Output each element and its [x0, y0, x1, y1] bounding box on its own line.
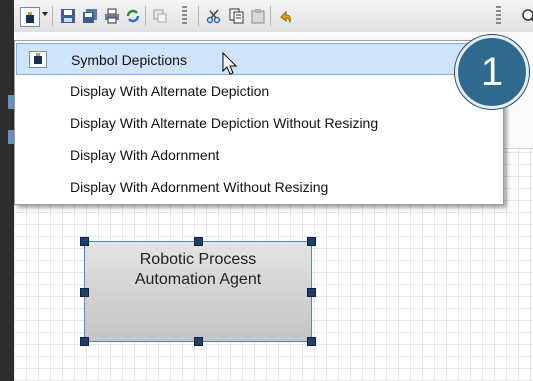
step-badge: 1	[455, 35, 529, 109]
save-icon[interactable]	[59, 7, 77, 25]
paste-icon[interactable]	[249, 7, 267, 25]
menu-item-label: Display With Adornment Without Resizing	[70, 179, 329, 195]
toolbar-grip[interactable]	[182, 6, 187, 26]
menu-item-label: Symbol Depictions	[71, 52, 187, 68]
diagram-shape[interactable]: Robotic Process Automation Agent	[84, 241, 312, 342]
separator	[145, 6, 146, 26]
depiction-icon	[29, 51, 47, 68]
resize-handle[interactable]	[80, 288, 89, 297]
shape-label-line1: Robotic Process	[139, 251, 257, 268]
resize-handle[interactable]	[80, 337, 89, 346]
separator	[270, 6, 271, 26]
menu-item-adornment-no-resize[interactable]: Display With Adornment Without Resizing	[16, 171, 502, 203]
toolbar-grip[interactable]	[496, 6, 501, 26]
menu-item-label: Display With Adornment	[70, 147, 220, 163]
toolbar	[14, 0, 533, 33]
menu-item-label: Display With Alternate Depiction Without…	[70, 115, 379, 131]
resize-handle[interactable]	[307, 237, 316, 246]
shape-label-line2: Automation Agent	[134, 271, 262, 288]
resize-handle[interactable]	[194, 337, 203, 346]
resize-handle[interactable]	[80, 237, 89, 246]
menu-item-adornment[interactable]: Display With Adornment	[16, 139, 502, 171]
resize-handle[interactable]	[307, 288, 316, 297]
left-dock-strip	[0, 0, 15, 381]
resize-handle[interactable]	[194, 237, 203, 246]
refresh-icon[interactable]	[124, 7, 142, 25]
separator	[52, 6, 53, 26]
depiction-menu: Symbol Depictions Display With Alternate…	[14, 40, 504, 205]
undo-icon[interactable]	[276, 7, 294, 25]
zoom-icon[interactable]	[520, 7, 533, 25]
cut-icon[interactable]	[205, 7, 223, 25]
menu-item-alternate-depiction[interactable]: Display With Alternate Depiction	[16, 75, 502, 107]
depiction-icon[interactable]	[20, 7, 40, 27]
properties-icon[interactable]	[151, 7, 169, 25]
copy-icon[interactable]	[227, 7, 245, 25]
print-icon[interactable]	[103, 7, 121, 25]
step-number: 1	[480, 49, 504, 94]
save-all-icon[interactable]	[81, 7, 99, 25]
menu-item-symbol-depictions[interactable]: Symbol Depictions	[16, 43, 502, 75]
resize-handle[interactable]	[307, 337, 316, 346]
chevron-down-icon[interactable]	[42, 12, 48, 16]
mouse-cursor-icon	[222, 52, 238, 75]
separator	[198, 6, 199, 26]
menu-item-label: Display With Alternate Depiction	[70, 83, 270, 99]
menu-item-alternate-depiction-no-resize[interactable]: Display With Alternate Depiction Without…	[16, 107, 502, 139]
